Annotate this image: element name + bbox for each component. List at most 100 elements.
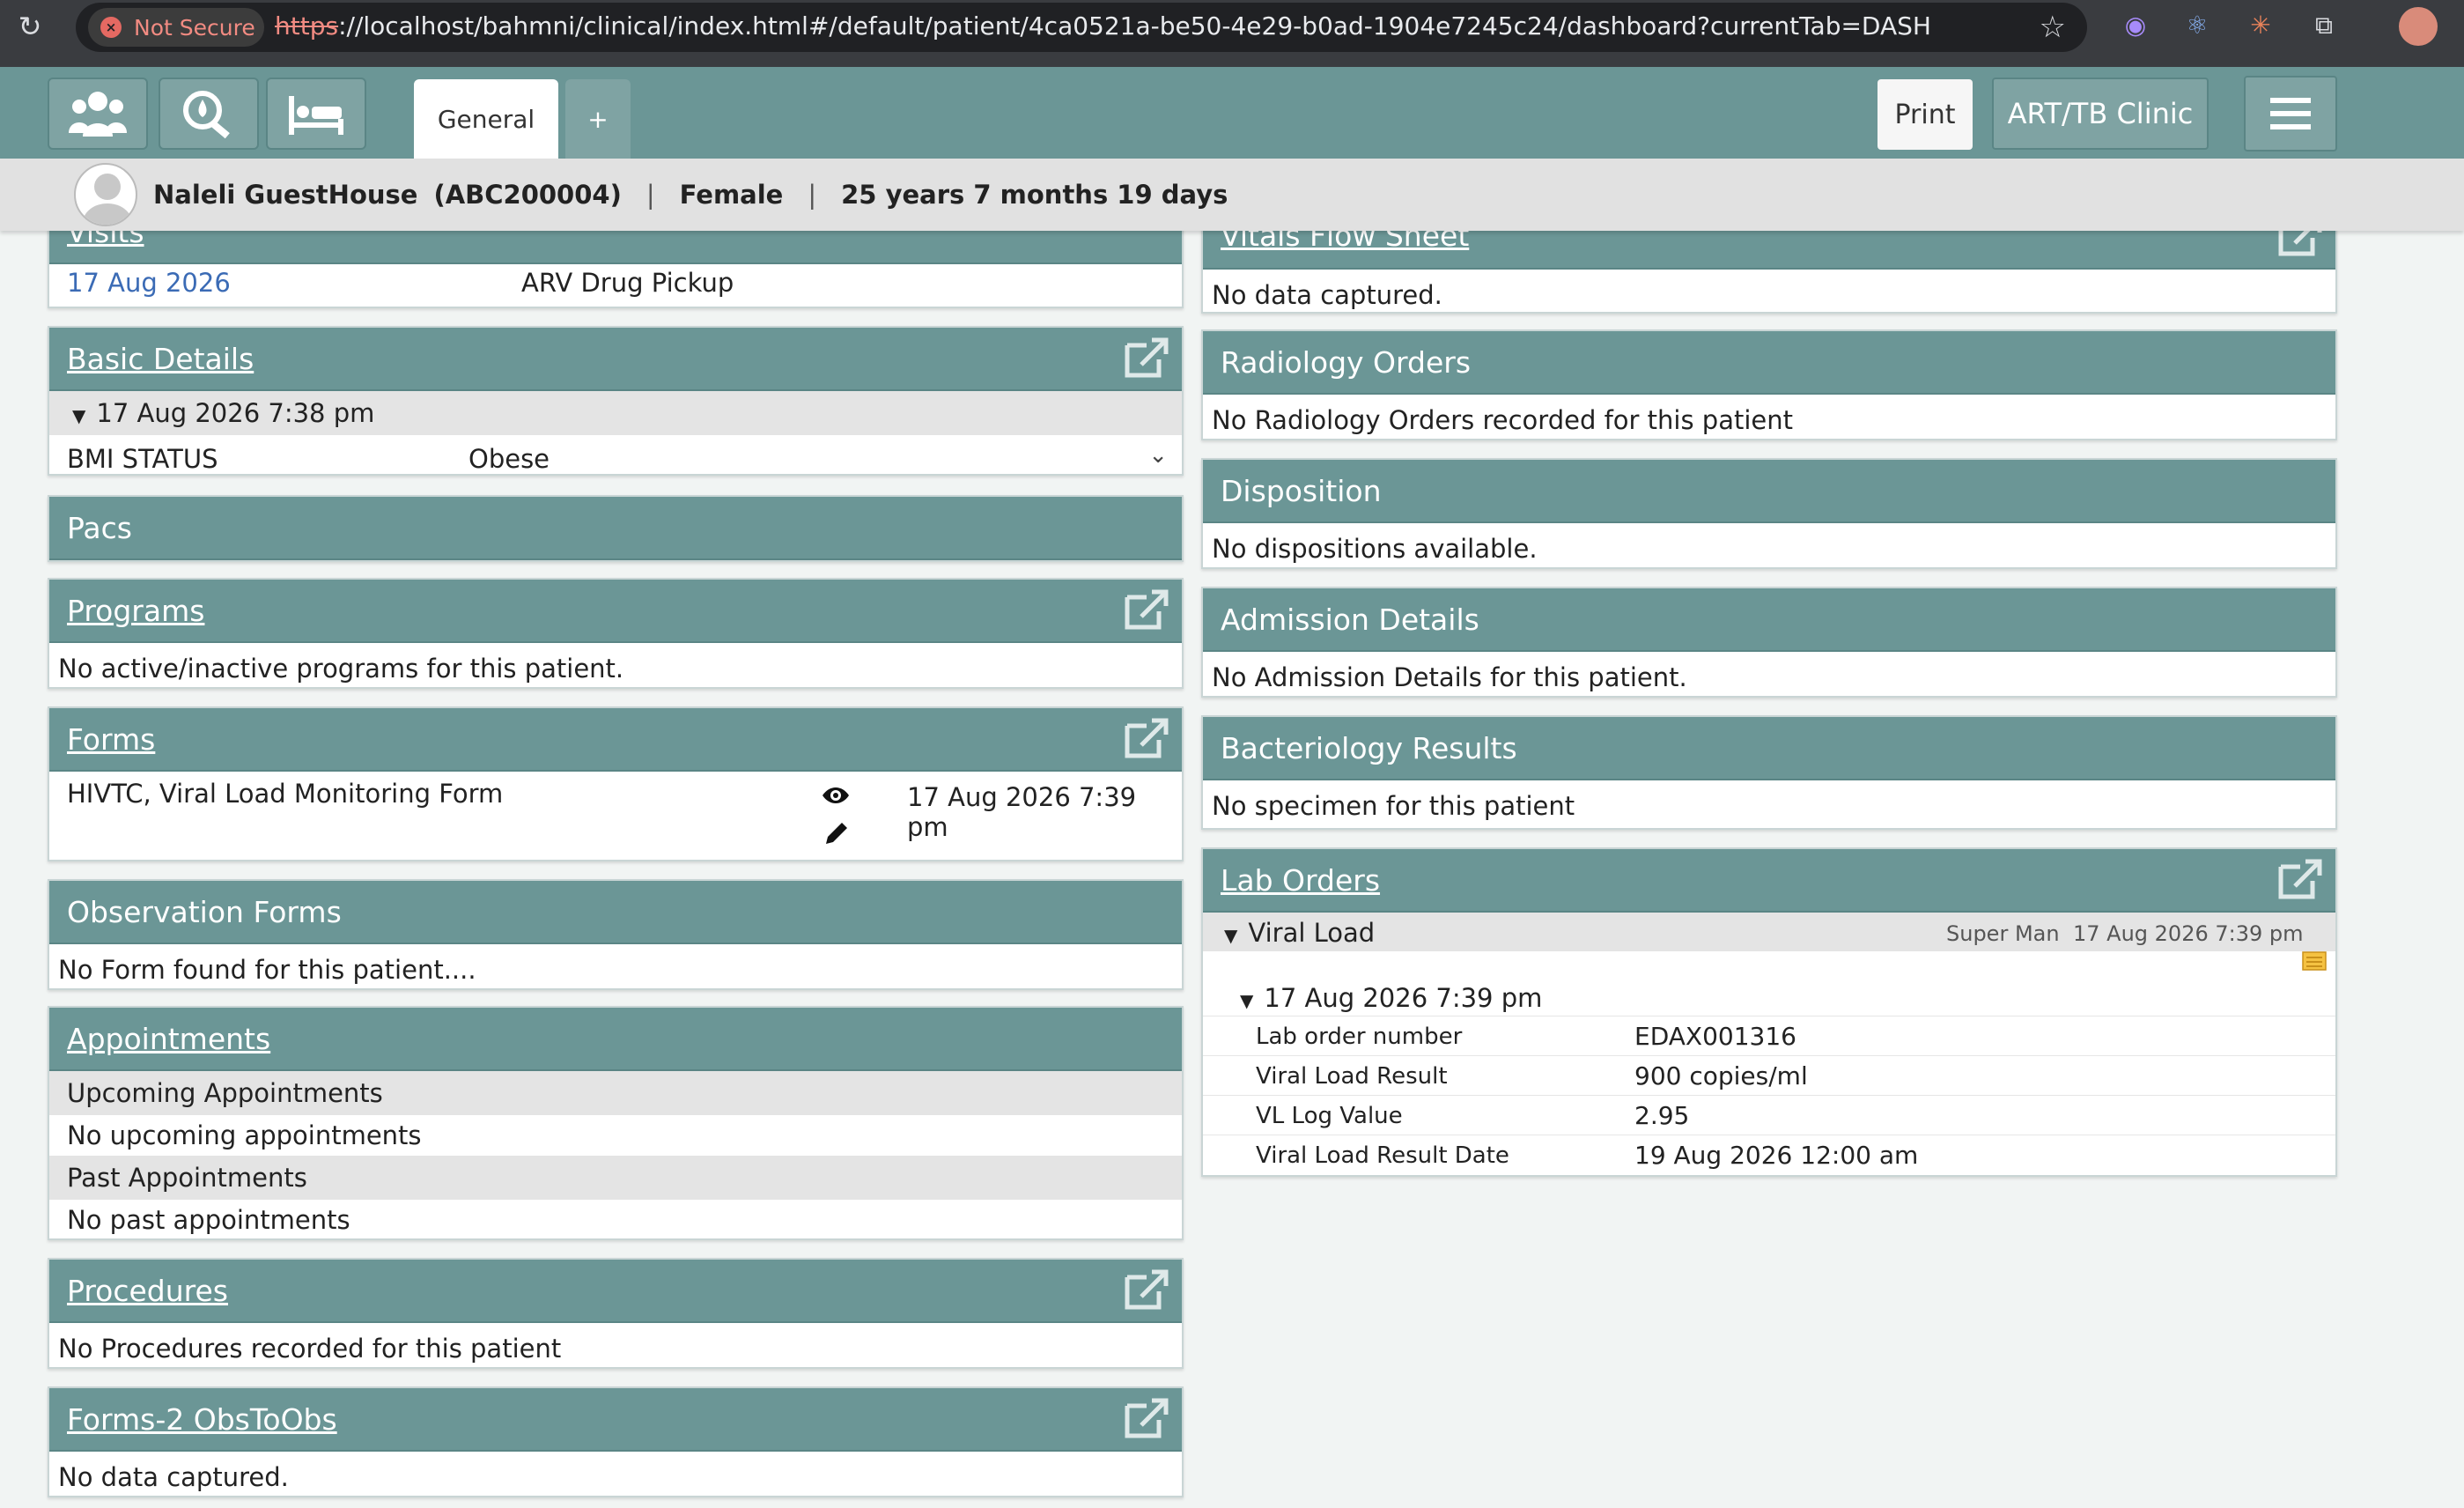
lab-row-label: Viral Load Result bbox=[1256, 1063, 1448, 1090]
procedures-empty-message: No Procedures recorded for this patient bbox=[58, 1334, 562, 1364]
patients-icon bbox=[69, 92, 127, 137]
observation-forms-section: Observation Forms No Form found for this… bbox=[48, 879, 1184, 990]
section-title: Observation Forms bbox=[67, 895, 342, 929]
admission-header: Admission Details bbox=[1203, 588, 2335, 652]
reload-icon[interactable]: ↻ bbox=[12, 9, 48, 44]
forms2-empty-message: No data captured. bbox=[58, 1462, 289, 1492]
lab-notes-row bbox=[1203, 951, 2335, 978]
add-tab-button[interactable]: + bbox=[565, 79, 631, 159]
upcoming-appointments-empty: No upcoming appointments bbox=[67, 1120, 422, 1150]
upcoming-appointments-label: Upcoming Appointments bbox=[49, 1071, 1182, 1115]
caret-down-icon: ▼ bbox=[72, 405, 86, 426]
separator: | bbox=[646, 180, 655, 210]
section-title[interactable]: Lab Orders bbox=[1221, 863, 1380, 898]
lab-row-value: 900 copies/ml bbox=[1634, 1061, 1808, 1090]
bmi-value: Obese bbox=[468, 444, 550, 474]
pencil-icon[interactable] bbox=[821, 819, 851, 849]
url-text[interactable]: https://localhost/bahmni/clinical/index.… bbox=[275, 11, 1930, 41]
patient-age: 25 years 7 months 19 days bbox=[841, 180, 1228, 210]
lab-row-value: EDAX001316 bbox=[1634, 1022, 1796, 1051]
extension-sparkle-icon[interactable]: ✳ bbox=[2244, 9, 2277, 42]
profile-avatar-icon[interactable] bbox=[2399, 7, 2438, 46]
patient-gender: Female bbox=[679, 180, 784, 210]
chevron-down-icon[interactable]: ⌄ bbox=[1148, 442, 1168, 469]
lab-row-value: 2.95 bbox=[1634, 1101, 1690, 1130]
separator: | bbox=[808, 180, 817, 210]
warning-icon: × bbox=[100, 17, 122, 38]
section-title[interactable]: Basic Details bbox=[67, 342, 254, 376]
lab-test-name: Viral Load bbox=[1248, 918, 1376, 948]
patients-nav-button[interactable] bbox=[48, 78, 148, 150]
notes-icon[interactable] bbox=[2302, 951, 2327, 971]
location-button[interactable]: ART/TB Clinic bbox=[1992, 78, 2209, 150]
app-header: General + Print ART/TB Clinic bbox=[0, 67, 2464, 159]
patient-avatar bbox=[74, 163, 137, 226]
expand-icon[interactable] bbox=[2276, 856, 2325, 902]
observation-date-row[interactable]: ▼ 17 Aug 2026 7:38 pm bbox=[49, 391, 1182, 435]
pacs-section: Pacs bbox=[48, 495, 1184, 562]
form-date: 17 Aug 2026 7:39 pm bbox=[907, 782, 1137, 842]
security-label: Not Secure bbox=[134, 14, 255, 41]
table-row: Lab order number EDAX001316 bbox=[1203, 1016, 2335, 1056]
basic-details-section: Basic Details ▼ 17 Aug 2026 7:38 pm BMI S… bbox=[48, 326, 1184, 476]
extension-react-icon[interactable]: ⚛ bbox=[2180, 9, 2214, 42]
eye-icon[interactable] bbox=[821, 780, 851, 810]
radiology-empty-message: No Radiology Orders recorded for this pa… bbox=[1212, 405, 1794, 435]
section-title[interactable]: Forms bbox=[67, 722, 155, 757]
visit-date-link[interactable]: 17 Aug 2026 bbox=[67, 268, 231, 298]
bacteriology-header: Bacteriology Results bbox=[1203, 717, 2335, 780]
table-row: Viral Load Result Date 19 Aug 2026 12:00… bbox=[1203, 1135, 2335, 1175]
extensions-puzzle-icon[interactable]: ⧉ bbox=[2307, 9, 2341, 42]
lab-result-date-row[interactable]: ▼ 17 Aug 2026 7:39 pm bbox=[1203, 978, 2335, 1016]
past-appointments-empty: No past appointments bbox=[67, 1205, 350, 1235]
bmi-status-row[interactable]: BMI STATUS Obese ⌄ bbox=[49, 435, 1182, 483]
vitals-empty-message: No data captured. bbox=[1212, 280, 1442, 310]
tab-general[interactable]: General bbox=[414, 79, 558, 159]
disposition-header: Disposition bbox=[1203, 460, 2335, 523]
procedures-section: Procedures No Procedures recorded for th… bbox=[48, 1258, 1184, 1369]
expand-icon[interactable] bbox=[1122, 1395, 1171, 1441]
expand-icon[interactable] bbox=[1122, 1267, 1171, 1312]
section-title[interactable]: Programs bbox=[67, 594, 204, 628]
section-title: Admission Details bbox=[1221, 602, 1479, 637]
programs-section: Programs No active/inactive programs for… bbox=[48, 578, 1184, 689]
radiology-section: Radiology Orders No Radiology Orders rec… bbox=[1201, 329, 2337, 440]
print-button[interactable]: Print bbox=[1878, 79, 1973, 150]
forms-section: Forms HIVTC, Viral Load Monitoring Form … bbox=[48, 706, 1184, 861]
section-title[interactable]: Procedures bbox=[67, 1274, 228, 1308]
browser-toolbar: ↻ × Not Secure https://localhost/bahmni/… bbox=[0, 0, 2464, 67]
hamburger-menu-button[interactable] bbox=[2244, 76, 2337, 152]
procedures-header: Procedures bbox=[49, 1260, 1182, 1323]
past-appointments-label: Past Appointments bbox=[49, 1156, 1182, 1200]
url-path: ://localhost/bahmni/clinical/index.html#… bbox=[338, 11, 1930, 41]
search-nav-button[interactable] bbox=[159, 78, 259, 150]
extension-broadcast-icon[interactable]: ◉ bbox=[2119, 9, 2152, 42]
lab-test-label: ▼ Viral Load bbox=[1224, 918, 1375, 948]
visit-type: ARV Drug Pickup bbox=[521, 268, 734, 298]
patient-name: Naleli GuestHouse bbox=[153, 180, 418, 210]
forms2-section: Forms-2 ObsToObs No data captured. bbox=[48, 1386, 1184, 1497]
appointments-header: Appointments bbox=[49, 1008, 1182, 1071]
section-title[interactable]: Forms-2 ObsToObs bbox=[67, 1402, 337, 1437]
bed-nav-button[interactable] bbox=[266, 78, 366, 150]
address-bar[interactable]: × Not Secure https://localhost/bahmni/cl… bbox=[76, 3, 2087, 52]
lab-results-table: Lab order number EDAX001316 Viral Load R… bbox=[1203, 1016, 2335, 1175]
expand-icon[interactable] bbox=[1122, 587, 1171, 632]
bookmark-star-icon[interactable]: ☆ bbox=[2040, 10, 2066, 45]
lab-test-row[interactable]: ▼ Viral Load Super Man 17 Aug 2026 7:39 p… bbox=[1203, 913, 2335, 951]
section-title[interactable]: Appointments bbox=[67, 1022, 270, 1056]
forms-header: Forms bbox=[49, 708, 1182, 772]
security-chip[interactable]: × Not Secure bbox=[88, 8, 264, 47]
admission-section: Admission Details No Admission Details f… bbox=[1201, 587, 2337, 698]
bmi-label: BMI STATUS bbox=[67, 444, 218, 474]
lab-orders-section: Lab Orders ▼ Viral Load Super Man 17 Aug … bbox=[1201, 847, 2337, 1177]
observation-forms-header: Observation Forms bbox=[49, 881, 1182, 944]
lab-orders-header: Lab Orders bbox=[1203, 849, 2335, 913]
lab-row-label: Lab order number bbox=[1256, 1024, 1463, 1050]
url-protocol: https bbox=[275, 11, 339, 41]
admission-empty-message: No Admission Details for this patient. bbox=[1212, 662, 1687, 692]
expand-icon[interactable] bbox=[1122, 335, 1171, 381]
bacteriology-section: Bacteriology Results No specimen for thi… bbox=[1201, 715, 2337, 830]
programs-header: Programs bbox=[49, 580, 1182, 643]
expand-icon[interactable] bbox=[1122, 715, 1171, 761]
